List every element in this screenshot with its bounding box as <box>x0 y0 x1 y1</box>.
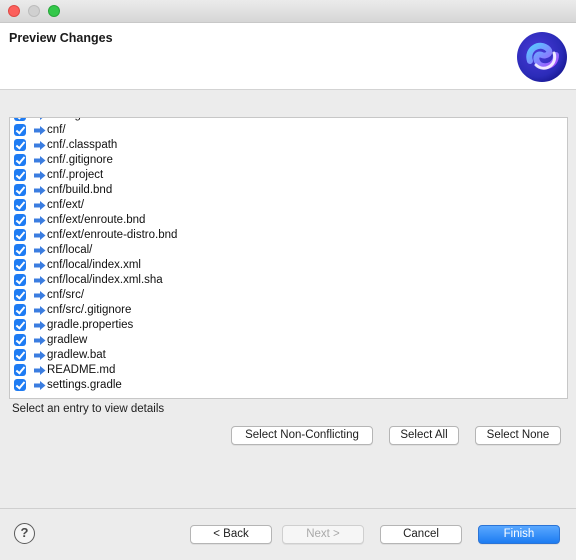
file-path: cnf/ext/ <box>47 199 85 211</box>
file-path: cnf/.gitignore <box>47 154 113 166</box>
outgoing-change-arrow-icon <box>34 261 46 270</box>
include-checkbox[interactable] <box>14 139 26 151</box>
list-item[interactable]: cnf/src/ <box>10 288 567 303</box>
file-path: cnf/src/ <box>47 289 85 301</box>
file-path: cnf/src/.gitignore <box>47 304 132 316</box>
page-title: Preview Changes <box>9 31 113 45</box>
file-path: cnf/local/ <box>47 244 93 256</box>
file-path: settings.gradle <box>47 379 122 391</box>
header-banner: Preview Changes <box>0 23 576 90</box>
select-all-button[interactable]: Select All <box>389 426 459 445</box>
include-checkbox[interactable] <box>14 169 26 181</box>
outgoing-change-arrow-icon <box>34 141 46 150</box>
outgoing-change-arrow-icon <box>34 366 46 375</box>
list-item[interactable]: cnf/.gitignore <box>10 153 567 168</box>
list-item[interactable]: cnf/ext/enroute-distro.bnd <box>10 228 567 243</box>
file-path: cnf/.classpath <box>47 139 118 151</box>
app-logo-icon <box>517 32 567 82</box>
select-none-button[interactable]: Select None <box>475 426 561 445</box>
outgoing-change-arrow-icon <box>34 276 46 285</box>
outgoing-change-arrow-icon <box>34 381 46 390</box>
outgoing-change-arrow-icon <box>34 246 46 255</box>
outgoing-change-arrow-icon <box>34 231 46 240</box>
outgoing-change-arrow-icon <box>34 156 46 165</box>
outgoing-change-arrow-icon <box>40 118 43 120</box>
preview-changes-dialog: Preview Changes build.gradlecnf/cnf/.cla… <box>0 0 576 560</box>
file-path: gradlew.bat <box>47 349 106 361</box>
include-checkbox[interactable] <box>14 364 26 376</box>
file-path: cnf/ <box>47 124 66 136</box>
outgoing-change-arrow-icon <box>34 201 46 210</box>
details-hint: Select an entry to view details <box>12 403 165 415</box>
include-checkbox[interactable] <box>14 124 26 136</box>
file-path: cnf/.project <box>47 169 104 181</box>
file-path: cnf/ext/enroute-distro.bnd <box>47 229 178 241</box>
include-checkbox[interactable] <box>14 379 26 391</box>
back-button[interactable]: < Back <box>190 525 272 544</box>
list-item[interactable]: cnf/ext/ <box>10 198 567 213</box>
cancel-button[interactable]: Cancel <box>380 525 462 544</box>
list-item[interactable]: cnf/.project <box>10 168 567 183</box>
list-item[interactable]: cnf/local/ <box>10 243 567 258</box>
outgoing-change-arrow-icon <box>34 306 46 315</box>
include-checkbox[interactable] <box>14 229 26 241</box>
include-checkbox[interactable] <box>14 304 26 316</box>
list-item[interactable]: cnf/local/index.xml.sha <box>10 273 567 288</box>
list-item[interactable]: gradle.properties <box>10 318 567 333</box>
include-checkbox[interactable] <box>14 184 26 196</box>
title-bar <box>0 0 576 23</box>
include-checkbox[interactable] <box>14 319 26 331</box>
help-icon[interactable]: ? <box>14 523 35 544</box>
changes-list[interactable]: build.gradlecnf/cnf/.classpathcnf/.gitig… <box>9 117 568 399</box>
file-path: gradle.properties <box>47 319 134 331</box>
file-path: cnf/local/index.xml.sha <box>47 274 163 286</box>
list-item[interactable]: gradlew.bat <box>10 348 567 363</box>
file-path: README.md <box>47 364 116 376</box>
include-checkbox[interactable] <box>14 349 26 361</box>
list-item[interactable]: cnf/ext/enroute.bnd <box>10 213 567 228</box>
include-checkbox[interactable] <box>14 274 26 286</box>
list-item[interactable]: cnf/local/index.xml <box>10 258 567 273</box>
list-item[interactable]: cnf/.classpath <box>10 138 567 153</box>
outgoing-change-arrow-icon <box>34 351 46 360</box>
include-checkbox[interactable] <box>14 244 26 256</box>
finish-button[interactable]: Finish <box>478 525 560 544</box>
include-checkbox[interactable] <box>14 214 26 226</box>
list-item[interactable]: cnf/ <box>10 123 567 138</box>
select-non-conflicting-button[interactable]: Select Non-Conflicting <box>231 426 373 445</box>
include-checkbox[interactable] <box>14 259 26 271</box>
outgoing-change-arrow-icon <box>34 336 46 345</box>
footer-divider <box>0 508 576 509</box>
list-item[interactable]: gradlew <box>10 333 567 348</box>
minimize-window-button[interactable] <box>28 5 40 17</box>
outgoing-change-arrow-icon <box>34 216 46 225</box>
close-window-button[interactable] <box>8 5 20 17</box>
list-item[interactable]: cnf/src/.gitignore <box>10 303 567 318</box>
outgoing-change-arrow-icon <box>34 291 46 300</box>
include-checkbox[interactable] <box>14 118 26 121</box>
file-path: cnf/local/index.xml <box>47 259 141 271</box>
include-checkbox[interactable] <box>14 154 26 166</box>
include-checkbox[interactable] <box>14 199 26 211</box>
file-path: gradlew <box>47 334 88 346</box>
list-item[interactable]: settings.gradle <box>10 378 567 393</box>
outgoing-change-arrow-icon <box>34 186 46 195</box>
zoom-window-button[interactable] <box>48 5 60 17</box>
list-item[interactable]: cnf/build.bnd <box>10 183 567 198</box>
include-checkbox[interactable] <box>14 289 26 301</box>
list-item[interactable]: README.md <box>10 363 567 378</box>
file-path: cnf/ext/enroute.bnd <box>47 214 146 226</box>
include-checkbox[interactable] <box>14 334 26 346</box>
next-button: Next > <box>282 525 364 544</box>
file-path: cnf/build.bnd <box>47 184 113 196</box>
file-rows: build.gradlecnf/cnf/.classpathcnf/.gitig… <box>10 118 567 393</box>
outgoing-change-arrow-icon <box>34 126 46 135</box>
outgoing-change-arrow-icon <box>34 321 46 330</box>
outgoing-change-arrow-icon <box>34 171 46 180</box>
